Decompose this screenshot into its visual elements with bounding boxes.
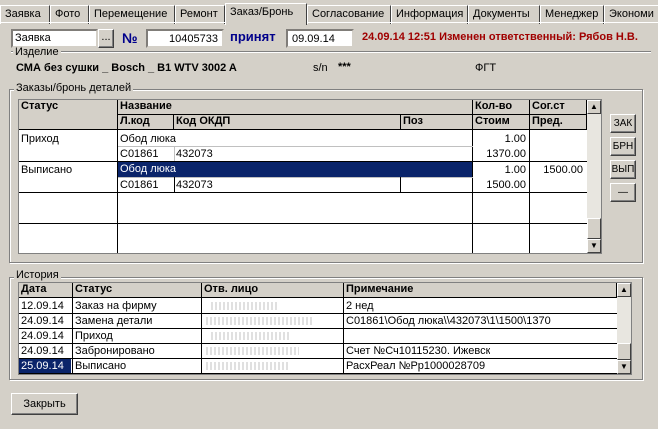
col-person-header[interactable]: Отв. лицо — [202, 283, 344, 298]
product-name: СМА без сушки _ Bosch _ B1 WTV 3002 A — [16, 62, 237, 74]
col-hstatus-header[interactable]: Статус — [73, 283, 202, 298]
history-date: 24.09.14 — [21, 330, 64, 342]
request-number-field[interactable]: 10405733 — [146, 29, 224, 48]
col-agreed-header[interactable]: Сог.ст — [530, 100, 587, 115]
order-okdp: 432073 — [176, 148, 213, 160]
history-status: Выписано — [75, 360, 127, 372]
redacted-person — [209, 302, 279, 310]
history-date: 24.09.14 — [21, 345, 64, 357]
col-name-header[interactable]: Название — [118, 100, 473, 115]
number-label: № — [122, 30, 138, 46]
product-group-label: Изделие — [13, 46, 61, 58]
remove-button[interactable]: — — [610, 183, 636, 202]
col-note-header[interactable]: Примечание — [344, 283, 617, 298]
status-label: принят — [230, 29, 276, 44]
col-lcode-header[interactable]: Л.код — [118, 115, 174, 130]
order-lcode: C01861 — [120, 148, 159, 160]
orders-group-label: Заказы/бронь деталей — [14, 82, 134, 94]
order-qty: 1.00 — [504, 164, 526, 176]
history-status: Забронировано — [75, 345, 155, 357]
history-status: Заказ на фирму — [75, 300, 157, 312]
history-status: Замена детали — [75, 315, 153, 327]
col-qty-header[interactable]: Кол-во — [473, 100, 530, 115]
history-note: РасхРеал №Рр1000028709 — [346, 360, 486, 372]
redacted-person — [204, 362, 289, 370]
order-lcode: C01861 — [120, 179, 159, 191]
reserve-button[interactable]: БРН — [610, 137, 636, 156]
order-agreed: 1500.00 — [543, 164, 583, 176]
order-okdp: 432073 — [176, 179, 213, 191]
col-date-header[interactable]: Дата — [19, 283, 73, 298]
history-date: 24.09.14 — [21, 315, 64, 327]
order-status: Выписано — [21, 164, 73, 176]
history-scroll-down-icon[interactable]: ▼ — [617, 360, 631, 374]
orders-grid[interactable]: Статус Название Л.код Код ОКДП Поз Кол-в… — [18, 99, 602, 254]
redacted-person — [204, 317, 314, 325]
order-status: Приход — [21, 133, 59, 145]
history-scroll-up-icon[interactable]: ▲ — [617, 283, 631, 297]
history-date: 12.09.14 — [21, 300, 64, 312]
scroll-down-icon[interactable]: ▼ — [587, 239, 601, 253]
order-button[interactable]: ЗАК — [610, 114, 636, 133]
history-scroll-thumb[interactable] — [617, 343, 631, 360]
order-cost: 1500.00 — [486, 179, 526, 191]
order-name: Обод люка — [118, 162, 472, 177]
product-code: ФГТ — [475, 62, 497, 74]
close-button[interactable]: Закрыть — [11, 393, 78, 415]
redacted-person — [204, 347, 299, 355]
history-status: Приход — [75, 330, 113, 342]
history-note: C01861\Обод люка\\432073\1\1500\1370 — [346, 315, 551, 327]
col-okdp-header[interactable]: Код ОКДП — [174, 115, 401, 130]
history-group-label: История — [14, 269, 61, 281]
col-pos-header[interactable]: Поз — [401, 115, 473, 130]
order-cost: 1370.00 — [486, 148, 526, 160]
doc-type-browse-button[interactable]: ... — [98, 29, 114, 48]
redacted-person — [209, 332, 289, 340]
scroll-thumb[interactable] — [587, 218, 601, 239]
history-date: 25.09.14 — [19, 359, 71, 373]
sn-value: *** — [338, 61, 351, 73]
history-grid[interactable]: Дата Статус Отв. лицо Примечание 12.09.1… — [18, 282, 632, 375]
col-prev-header[interactable]: Пред. — [530, 115, 587, 130]
tab-order-reserve[interactable]: Заказ/Бронь — [225, 3, 307, 25]
history-note: 2 нед — [346, 300, 374, 312]
sn-label: s/n — [313, 62, 328, 74]
status-date-field[interactable]: 09.09.14 — [286, 29, 354, 48]
scroll-up-icon[interactable]: ▲ — [587, 100, 601, 114]
tab-bar: Заявка Фото Перемещение Ремонт Заказ/Бро… — [0, 3, 658, 25]
col-cost-header[interactable]: Стоим — [473, 115, 530, 130]
change-notice: 24.09.14 12:51 Изменен ответственный: Ря… — [362, 31, 638, 43]
issue-button[interactable]: ВЫП — [610, 160, 636, 179]
order-qty: 1.00 — [504, 133, 526, 145]
order-name: Обод люка — [120, 133, 177, 145]
history-note: Счет №Сч10115230. Ижевск — [346, 345, 491, 357]
col-status-header[interactable]: Статус — [19, 100, 118, 130]
